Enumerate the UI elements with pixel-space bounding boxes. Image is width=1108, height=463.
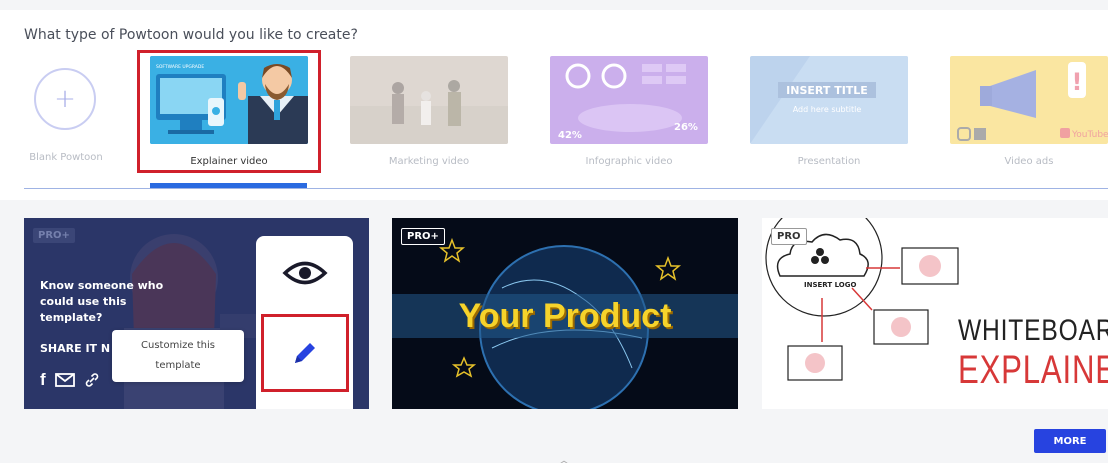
marketing-thumbnail [350, 56, 508, 144]
section-divider [24, 188, 1108, 189]
video-ads-illustration: ! YouTube [950, 56, 1108, 144]
infographic-illustration: 42% 26% [550, 56, 708, 144]
type-video-ads[interactable]: ! YouTube Video ads [950, 56, 1108, 167]
video-ads-thumbnail: ! YouTube [950, 56, 1108, 144]
type-presentation[interactable]: INSERT TITLE Add here subtitle Presentat… [750, 56, 908, 167]
infographic-pct-1: 42% [558, 130, 582, 141]
svg-text:!: ! [1072, 68, 1083, 96]
presentation-illustration: INSERT TITLE Add here subtitle [750, 56, 908, 144]
type-label-presentation: Presentation [797, 156, 861, 167]
type-infographic-video[interactable]: 42% 26% Infographic video [550, 56, 708, 167]
type-label-infographic: Infographic video [585, 156, 673, 167]
tooltip-line-2: template [155, 360, 201, 371]
headline-text: Your Product [458, 296, 672, 335]
more-button[interactable]: MORE [1034, 429, 1106, 453]
pro-badge: PRO+ [33, 228, 75, 243]
template-card-your-product[interactable]: PRO+ Your Product [392, 218, 738, 409]
type-marketing-video[interactable]: Marketing video [350, 56, 508, 167]
explainer-title: EXPLAINER [958, 348, 1108, 392]
presentation-thumbnail: INSERT TITLE Add here subtitle [750, 56, 908, 144]
plus-icon: + [54, 84, 76, 114]
customize-template-button[interactable] [261, 314, 349, 392]
share-prompt-text: Know someone who could use this template… [40, 279, 164, 324]
template-actions-panel [256, 236, 353, 409]
blank-powtoon-button[interactable]: + [34, 68, 96, 130]
headline-banner: Your Product [392, 294, 738, 338]
template-card-hovered[interactable]: PRO+ Know someone who could use this tem… [24, 218, 369, 409]
presentation-title-text: INSERT TITLE [786, 84, 868, 97]
presentation-subtitle-text: Add here subtitle [793, 105, 862, 114]
pro-badge: PRO [771, 228, 807, 245]
whiteboard-title: WHITEBOARD [958, 314, 1108, 347]
chevron-up-icon[interactable]: ︿ [558, 451, 570, 463]
type-label-blank: Blank Powtoon [29, 152, 103, 163]
share-icons: f [40, 370, 100, 390]
link-icon[interactable] [84, 372, 100, 388]
selected-type-highlight [137, 50, 321, 173]
template-type-panel: What type of Powtoon would you like to c… [0, 10, 1108, 200]
email-icon[interactable] [54, 373, 75, 387]
tooltip-line-1: Customize this [141, 340, 215, 351]
pencil-icon [295, 343, 315, 363]
type-label-marketing: Marketing video [388, 156, 470, 167]
share-it-label: SHARE IT N [40, 342, 111, 355]
insert-logo-text: INSERT LOGO [804, 281, 857, 289]
video-ads-brand-text: YouTube [1071, 130, 1108, 140]
page-title: What type of Powtoon would you like to c… [24, 27, 358, 43]
infographic-thumbnail: 42% 26% [550, 56, 708, 144]
template-card-whiteboard[interactable]: PRO INSERT LOGO WHITEBOARD EXPLAINER [762, 218, 1108, 409]
marketing-illustration [350, 56, 508, 144]
facebook-icon[interactable]: f [40, 370, 46, 390]
customize-tooltip: Customize this template [112, 330, 244, 382]
infographic-pct-2: 26% [674, 122, 698, 133]
eye-icon[interactable] [282, 258, 328, 288]
pro-badge: PRO+ [401, 228, 445, 245]
type-label-video-ads: Video ads [1004, 156, 1054, 167]
